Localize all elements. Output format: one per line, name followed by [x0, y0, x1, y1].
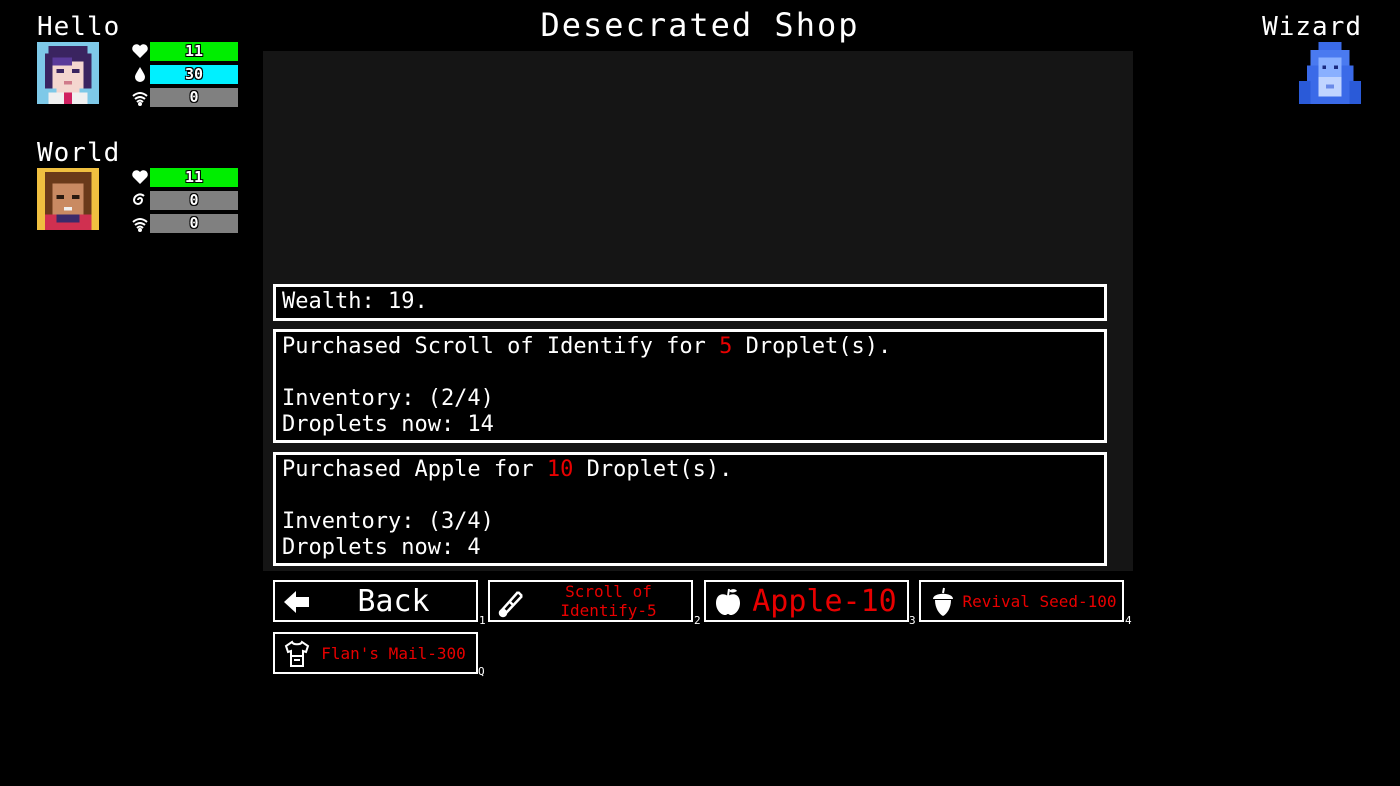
- arrow-left-icon: [281, 586, 313, 618]
- swirl-bar: 0: [130, 190, 238, 210]
- buy-revival-seed-button[interactable]: Revival Seed-100: [919, 580, 1124, 622]
- hero-portrait-world: [37, 168, 99, 230]
- back-label: Back: [357, 583, 430, 619]
- signal-bar: 0: [130, 213, 238, 233]
- acorn-icon: [927, 586, 959, 618]
- purchase-text: Purchased Apple for: [282, 457, 547, 482]
- purchase-text: Purchased Scroll of Identify for: [282, 334, 720, 359]
- swirl-icon: [130, 190, 150, 210]
- heart-icon: [130, 41, 150, 61]
- purchase-message: Purchased Scroll of Identify for 5 Dropl…: [273, 329, 1107, 443]
- party-member-name: Hello: [37, 12, 121, 42]
- enemy-name: Wizard: [1262, 12, 1362, 42]
- mana-value: 30: [184, 65, 204, 83]
- droplets-text: Droplets now: 4: [282, 535, 481, 560]
- signal-value: 0: [189, 214, 199, 232]
- scroll-of-identify-label: Scroll of Identify-5: [560, 582, 657, 620]
- hero-portrait-hello: [37, 42, 99, 104]
- party-member-name: World: [37, 138, 121, 168]
- hotkey-label: 1: [479, 614, 486, 627]
- inventory-text: Inventory: (2/4): [282, 386, 494, 411]
- hp-value: 11: [184, 42, 204, 60]
- hotkey-label: 4: [1125, 614, 1132, 627]
- purchase-amount: 10: [546, 457, 574, 482]
- hotkey-label: 2: [694, 614, 701, 627]
- purchase-message: Purchased Apple for 10 Droplet(s). Inven…: [273, 452, 1107, 566]
- flans-mail-label: Flan's Mail-300: [321, 643, 466, 663]
- apple-icon: [712, 586, 744, 618]
- buy-scroll-of-identify-button[interactable]: Scroll of Identify-5: [488, 580, 693, 622]
- inventory-text: Inventory: (3/4): [282, 509, 494, 534]
- signal-value: 0: [189, 88, 199, 106]
- hp-bar: 11: [130, 41, 238, 61]
- droplet-icon: [130, 64, 150, 84]
- apple-label: Apple-10: [752, 583, 897, 619]
- revival-seed-label: Revival Seed-100: [962, 591, 1117, 611]
- swirl-value: 0: [189, 191, 199, 209]
- wealth-message: Wealth: 19.: [273, 284, 1107, 321]
- wifi-icon: [130, 213, 150, 233]
- game-screen: Desecrated Shop Hello 11 30 0 World 11 0…: [0, 0, 1400, 786]
- shop-title: Desecrated Shop: [540, 6, 860, 44]
- wealth-text: Wealth: 19.: [282, 289, 428, 314]
- back-button[interactable]: Back: [273, 580, 478, 622]
- hp-bar: 11: [130, 167, 238, 187]
- purchase-unit: Droplet(s).: [573, 457, 733, 482]
- hotkey-label: Q: [478, 665, 485, 678]
- buy-apple-button[interactable]: Apple-10: [704, 580, 909, 622]
- purchase-amount: 5: [719, 334, 733, 359]
- scroll-icon: [496, 586, 528, 618]
- heart-icon: [130, 167, 150, 187]
- wifi-icon: [130, 87, 150, 107]
- purchase-unit: Droplet(s).: [732, 334, 892, 359]
- signal-bar: 0: [130, 87, 238, 107]
- wizard-portrait: [1299, 42, 1361, 104]
- mana-bar: 30: [130, 64, 238, 84]
- shirt-icon: [281, 638, 313, 670]
- hp-value: 11: [184, 168, 204, 186]
- buy-flans-mail-button[interactable]: Flan's Mail-300: [273, 632, 478, 674]
- droplets-text: Droplets now: 14: [282, 412, 494, 437]
- hotkey-label: 3: [909, 614, 916, 627]
